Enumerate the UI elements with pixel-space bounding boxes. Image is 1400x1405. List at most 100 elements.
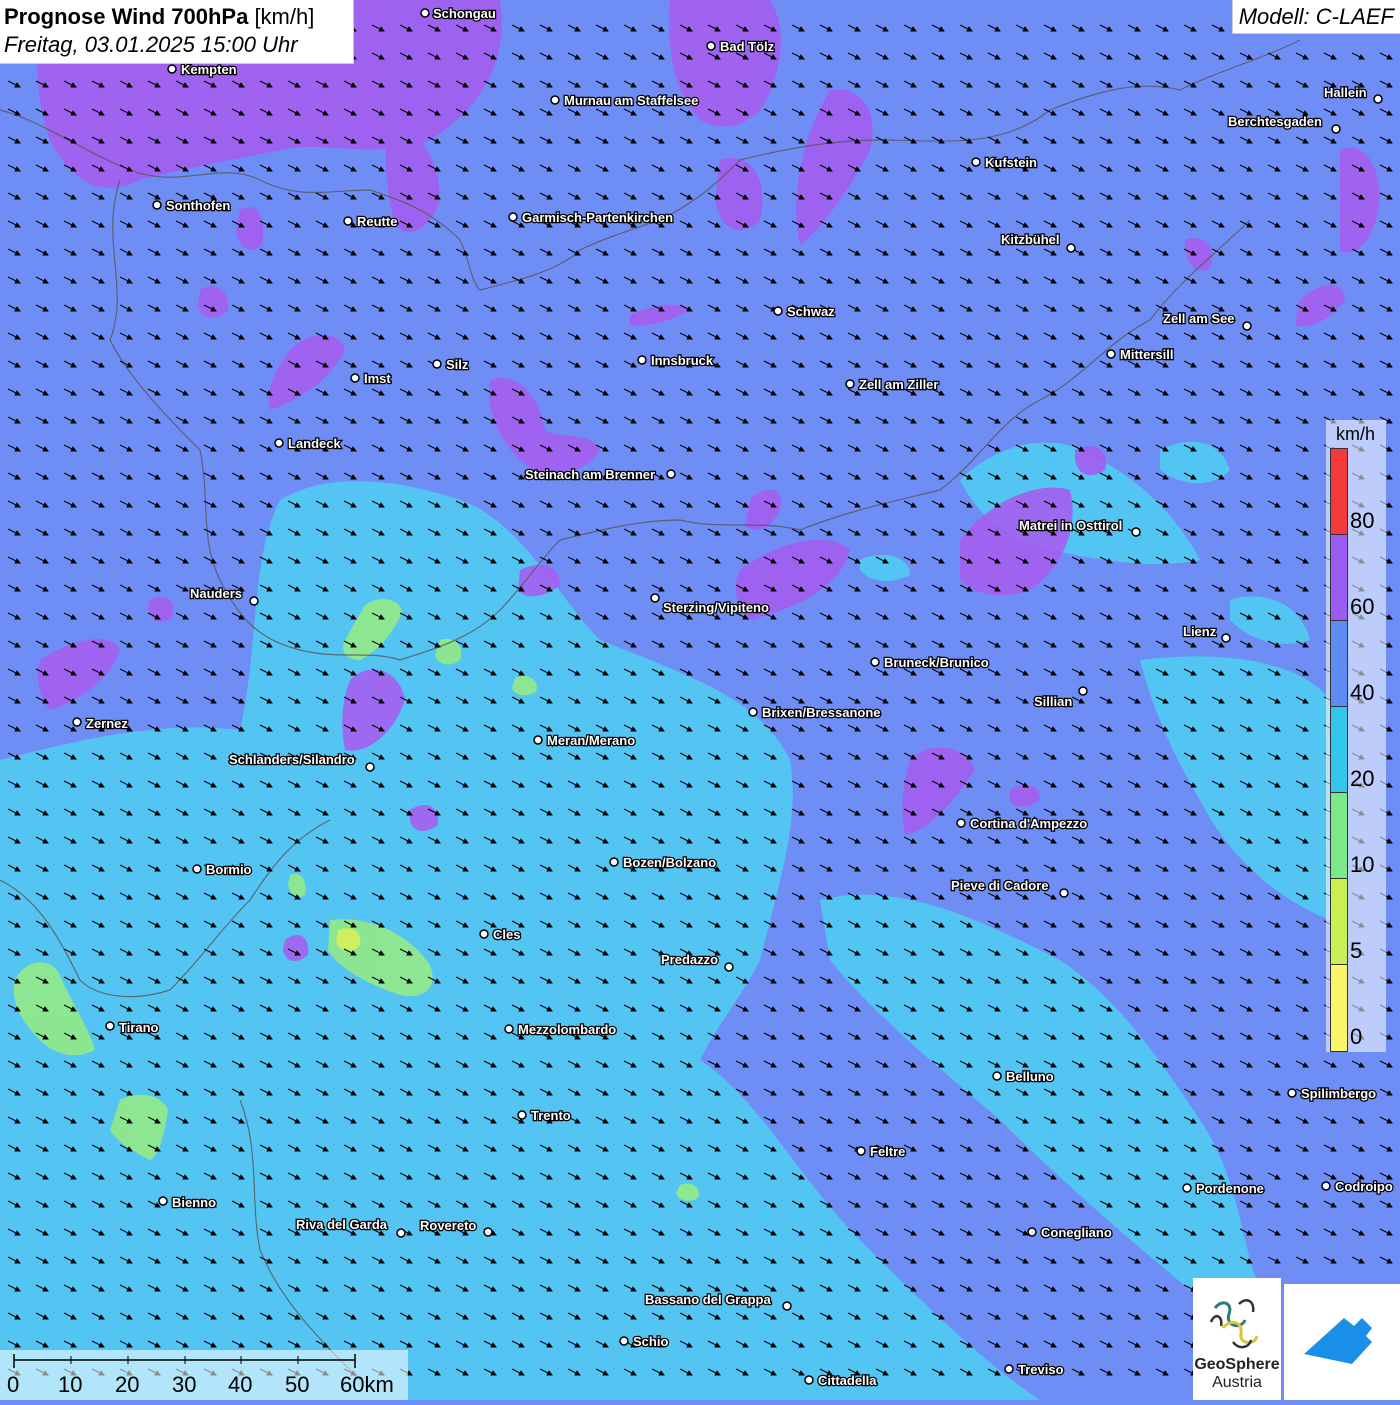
city-pordenone: Pordenone — [1182, 1180, 1265, 1197]
svg-text:Imst: Imst — [364, 371, 391, 386]
legend-tick-5: 5 — [1350, 938, 1363, 963]
svg-text:Bozen/Bolzano: Bozen/Bolzano — [623, 855, 716, 870]
city-brixen: Brixen/Bressanone — [748, 704, 882, 721]
svg-text:Brixen/Bressanone: Brixen/Bressanone — [762, 705, 881, 720]
svg-text:Innsbruck: Innsbruck — [651, 353, 714, 368]
legend-swatch-80 — [1330, 448, 1348, 536]
svg-text:Pordenone: Pordenone — [1196, 1181, 1264, 1196]
svg-text:Garmisch-Partenkirchen: Garmisch-Partenkirchen — [522, 210, 673, 225]
svg-text:Zernez: Zernez — [86, 716, 128, 731]
map-title-box: Prognose Wind 700hPa [km/h] Freitag, 03.… — [0, 0, 354, 64]
legend-swatch-40 — [1330, 620, 1348, 708]
svg-text:Cortina d'Ampezzo: Cortina d'Ampezzo — [970, 816, 1087, 831]
legend-tick-60: 60 — [1350, 594, 1375, 619]
city-garmisch: Garmisch-Partenkirchen — [508, 209, 674, 226]
svg-text:Zell am Ziller: Zell am Ziller — [859, 377, 938, 392]
svg-text:Codroipo: Codroipo — [1335, 1179, 1393, 1194]
city-zell-am-ziller: Zell am Ziller — [845, 376, 940, 393]
svg-text:Sillian: Sillian — [1034, 694, 1072, 709]
legend-swatch-0 — [1330, 964, 1348, 1052]
wind-map: Schongau Bad Tölz Kempten Murnau am Staf… — [0, 0, 1400, 1400]
city-schongau: Schongau — [420, 5, 497, 22]
model-label: Modell: C-LAEF — [1231, 0, 1400, 34]
svg-text:Mezzolombardo: Mezzolombardo — [518, 1022, 616, 1037]
svg-text:Kufstein: Kufstein — [985, 155, 1037, 170]
svg-text:Schwaz: Schwaz — [787, 304, 835, 319]
legend-tick-0: 0 — [1350, 1024, 1363, 1049]
scale-label-50: 50 — [285, 1372, 310, 1397]
scale-label-60km: 60km — [340, 1372, 394, 1397]
svg-text:Matrei in Osttirol: Matrei in Osttirol — [1019, 518, 1122, 533]
legend-tick-20: 20 — [1350, 766, 1375, 791]
geosphere-logo: GeoSphere Austria — [1193, 1278, 1281, 1400]
svg-text:Nauders: Nauders — [190, 586, 242, 601]
svg-text:Spilimbergo: Spilimbergo — [1301, 1086, 1376, 1101]
city-spilimbergo: Spilimbergo — [1287, 1085, 1377, 1102]
title-main: Prognose Wind 700hPa — [4, 4, 249, 29]
svg-text:Mittersill: Mittersill — [1120, 347, 1173, 362]
svg-text:Pieve di Cadore: Pieve di Cadore — [951, 878, 1049, 893]
svg-text:Bienno: Bienno — [172, 1195, 216, 1210]
color-legend: km/h 80 60 40 20 10 5 0 — [1326, 420, 1386, 1052]
city-mezzolombardo: Mezzolombardo — [504, 1021, 618, 1038]
svg-text:Hallein: Hallein — [1324, 85, 1367, 100]
svg-text:Treviso: Treviso — [1018, 1362, 1064, 1377]
svg-text:Zell am See: Zell am See — [1163, 311, 1235, 326]
svg-text:Schlanders/Silandro: Schlanders/Silandro — [229, 752, 355, 767]
svg-text:Bassano del Grappa: Bassano del Grappa — [645, 1292, 771, 1307]
svg-text:Berchtesgaden: Berchtesgaden — [1228, 114, 1322, 129]
svg-text:Cittadella: Cittadella — [818, 1373, 877, 1388]
city-steinach: Steinach am Brenner — [524, 466, 676, 483]
svg-text:Bormio: Bormio — [206, 862, 252, 877]
svg-text:Trento: Trento — [531, 1108, 571, 1123]
legend-swatch-60 — [1330, 534, 1348, 622]
svg-text:Steinach am Brenner: Steinach am Brenner — [525, 467, 655, 482]
svg-text:Belluno: Belluno — [1006, 1069, 1054, 1084]
title-unit: [km/h] — [254, 4, 315, 29]
svg-text:Sterzing/Vipiteno: Sterzing/Vipiteno — [663, 600, 769, 615]
city-bozen: Bozen/Bolzano — [609, 854, 718, 871]
svg-text:Tirano: Tirano — [119, 1020, 159, 1035]
svg-text:Schio: Schio — [633, 1334, 668, 1349]
forecast-datetime: Freitag, 03.01.2025 15:00 Uhr — [4, 32, 298, 57]
svg-text:Landeck: Landeck — [288, 436, 342, 451]
legend-swatch-20 — [1330, 706, 1348, 794]
geosphere-mark-icon — [1209, 1299, 1259, 1349]
scale-label-40: 40 — [228, 1372, 253, 1397]
legend-unit: km/h — [1336, 424, 1376, 444]
svg-text:Conegliano: Conegliano — [1041, 1225, 1112, 1240]
svg-text:Lienz: Lienz — [1183, 624, 1217, 639]
legend-tick-10: 10 — [1350, 852, 1375, 877]
svg-text:Kempten: Kempten — [181, 62, 237, 77]
city-meran: Meran/Merano — [533, 732, 636, 749]
city-conegliano: Conegliano — [1027, 1224, 1113, 1241]
scale-label-30: 30 — [172, 1372, 197, 1397]
svg-text:Riva del Garda: Riva del Garda — [296, 1217, 388, 1232]
legend-swatch-5 — [1330, 878, 1348, 966]
city-cortina: Cortina d'Ampezzo — [956, 815, 1089, 832]
legend-tick-80: 80 — [1350, 508, 1375, 533]
svg-text:Schongau: Schongau — [433, 6, 496, 21]
city-bruneck: Bruneck/Brunico — [870, 654, 990, 671]
map-title: Prognose Wind 700hPa [km/h] — [4, 4, 349, 30]
legend-tick-40: 40 — [1350, 680, 1375, 705]
svg-text:Sonthofen: Sonthofen — [166, 198, 230, 213]
svg-text:Cles: Cles — [493, 927, 520, 942]
scale-bar: 0 10 20 30 40 50 60km — [0, 1350, 408, 1400]
legend-swatch-10 — [1330, 792, 1348, 880]
svg-text:Rovereto: Rovereto — [420, 1218, 476, 1233]
svg-text:Feltre: Feltre — [870, 1144, 905, 1159]
svg-text:Murnau am Staffelsee: Murnau am Staffelsee — [564, 93, 698, 108]
scale-label-20: 20 — [115, 1372, 140, 1397]
geosphere-country: Austria — [1212, 1374, 1262, 1391]
scale-label-0: 0 — [7, 1372, 20, 1397]
svg-text:Reutte: Reutte — [357, 214, 397, 229]
city-murnau: Murnau am Staffelsee — [550, 92, 700, 109]
mountain-logo-icon — [1304, 1318, 1372, 1364]
svg-text:Kitzbühel: Kitzbühel — [1001, 232, 1060, 247]
partner-logo — [1284, 1284, 1400, 1400]
svg-text:Bruneck/Brunico: Bruneck/Brunico — [884, 655, 989, 670]
geosphere-name: GeoSphere — [1194, 1356, 1280, 1373]
svg-text:Silz: Silz — [446, 357, 469, 372]
scale-label-10: 10 — [58, 1372, 83, 1397]
